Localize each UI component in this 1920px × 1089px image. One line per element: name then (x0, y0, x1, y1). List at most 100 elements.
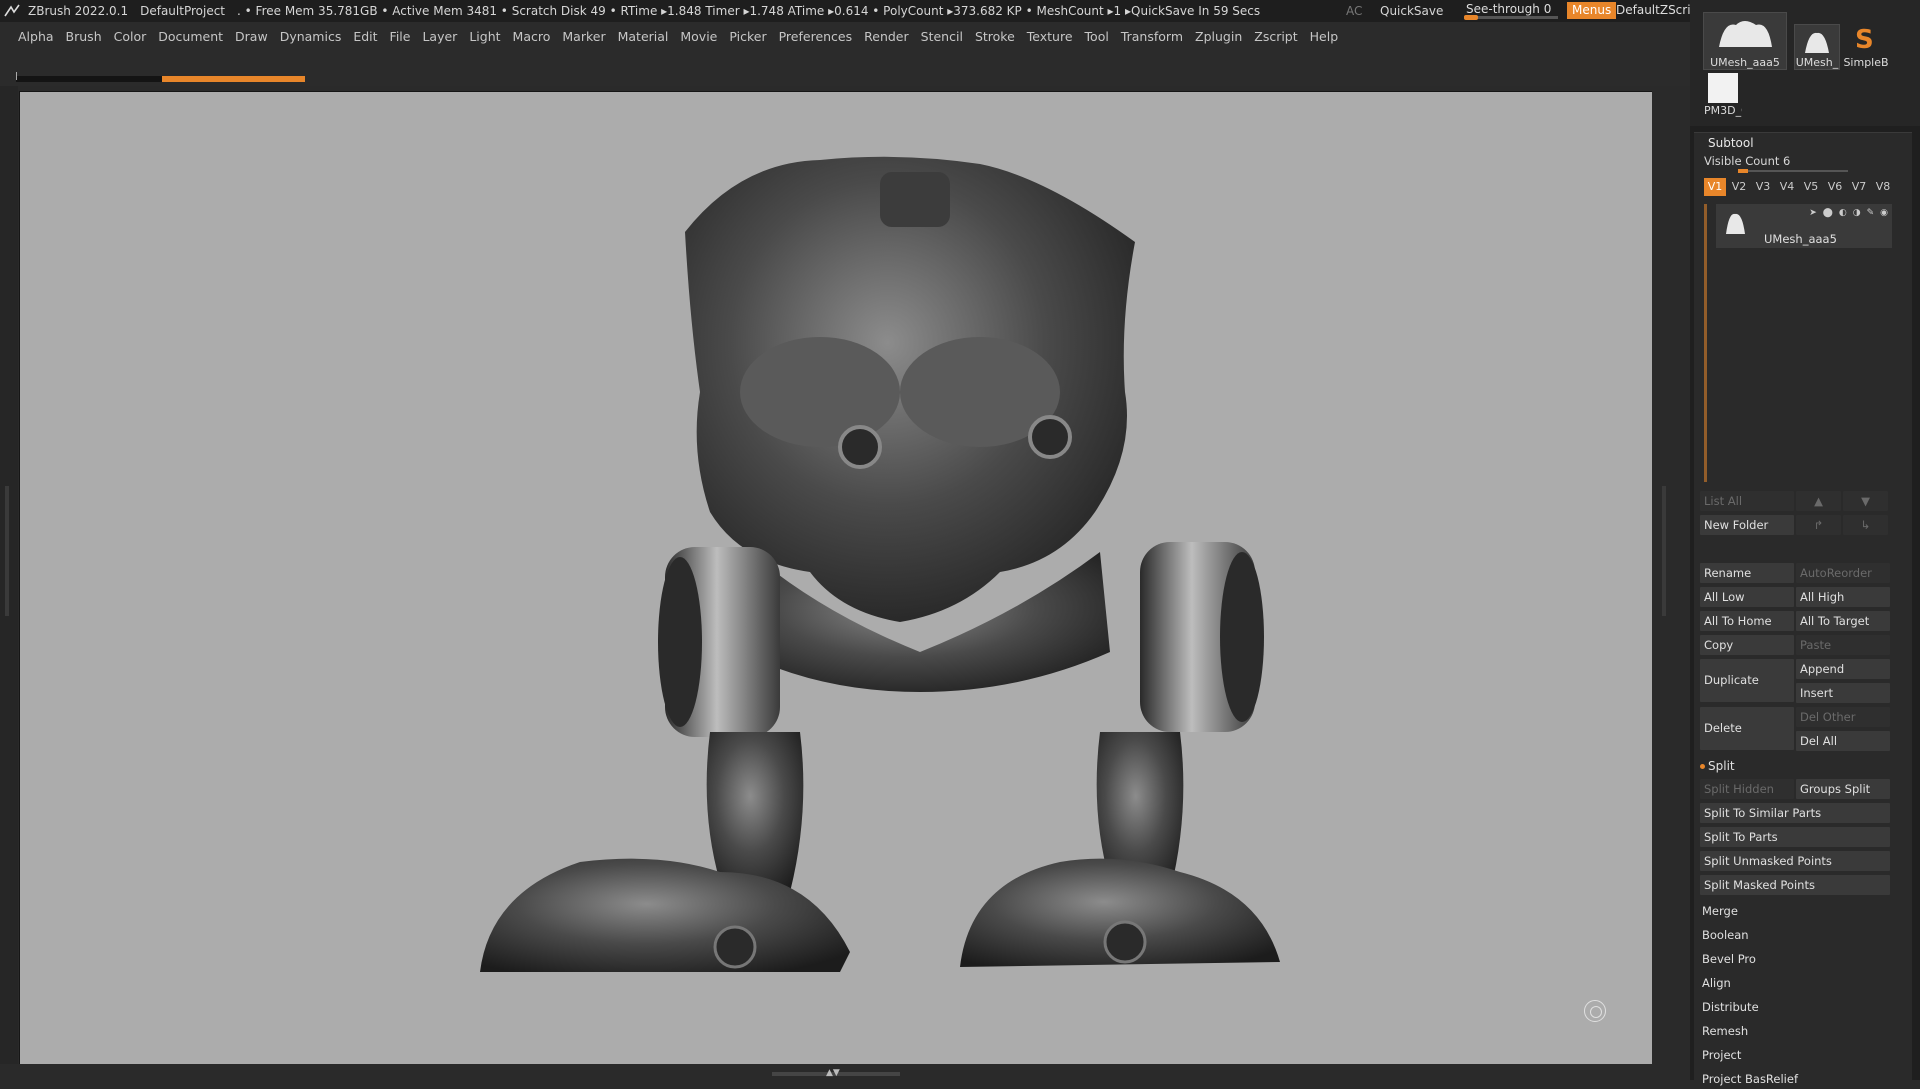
auto-reorder-button[interactable]: AutoReorder (1796, 563, 1890, 583)
tool-thumb-simplebrush[interactable]: S SimpleB (1842, 24, 1890, 70)
split-similar-parts-button[interactable]: Split To Similar Parts (1700, 803, 1890, 823)
duplicate-button[interactable]: Duplicate (1700, 659, 1794, 702)
menu-item-marker[interactable]: Marker (556, 29, 611, 44)
subtool-panel: Subtool Visible Count 6 V1 V2 V3 V4 V5 V6 V7 V8… (1694, 132, 1912, 1086)
split-unmasked-points-button[interactable]: Split Unmasked Points (1700, 851, 1890, 871)
append-button[interactable]: Append (1796, 659, 1890, 679)
menu-item-help[interactable]: Help (1304, 29, 1345, 44)
subtool-item-umesh-aaa5[interactable]: ➤ ⬤ ◐ ◑ ✎ ◉ UMesh_aaa5 (1716, 204, 1892, 248)
merge-section[interactable]: Merge (1698, 901, 1896, 921)
folder-out-button[interactable]: ↱ (1796, 515, 1841, 535)
subtool-poly-icon[interactable]: ◐ (1839, 208, 1847, 218)
bottom-tray-toggle-icon[interactable]: ▲▼ (826, 1068, 840, 1078)
subtool-eye-icon[interactable]: ◉ (1880, 208, 1888, 218)
menu-item-edit[interactable]: Edit (347, 29, 383, 44)
tool-thumb-umesh-aaa5[interactable]: UMesh_aaa5 (1703, 12, 1787, 70)
insert-button[interactable]: Insert (1796, 683, 1890, 703)
menu-item-stroke[interactable]: Stroke (969, 29, 1021, 44)
menu-item-document[interactable]: Document (152, 29, 229, 44)
menu-item-alpha[interactable]: Alpha (12, 29, 60, 44)
viewport-canvas[interactable] (19, 91, 1653, 1065)
boolean-section[interactable]: Boolean (1698, 925, 1896, 945)
subtool-version-tabs: V1 V2 V3 V4 V5 V6 V7 V8 (1704, 178, 1894, 196)
all-to-home-button[interactable]: All To Home (1700, 611, 1794, 631)
folder-in-button[interactable]: ↳ (1843, 515, 1888, 535)
delete-button[interactable]: Delete (1700, 707, 1794, 750)
version-tab-v2[interactable]: V2 (1728, 178, 1750, 196)
groups-split-button[interactable]: Groups Split (1796, 779, 1890, 799)
see-through-slider[interactable]: See-through 0 (1464, 0, 1558, 22)
move-up-button[interactable]: ▲ (1796, 491, 1841, 511)
project-section[interactable]: Project (1698, 1045, 1896, 1065)
right-gutter (1652, 86, 1690, 1064)
bevel-pro-section[interactable]: Bevel Pro (1698, 949, 1896, 969)
menu-item-tool[interactable]: Tool (1079, 29, 1115, 44)
split-hidden-button[interactable]: Split Hidden (1700, 779, 1794, 799)
tool-thumb-umesh[interactable]: UMesh_ (1794, 24, 1840, 70)
split-section-header[interactable]: Split (1700, 759, 1735, 773)
active-document-tab[interactable] (162, 76, 305, 82)
menu-item-draw[interactable]: Draw (229, 29, 274, 44)
menu-item-brush[interactable]: Brush (60, 29, 108, 44)
project-basrelief-section[interactable]: Project BasRelief (1698, 1069, 1896, 1089)
remesh-section[interactable]: Remesh (1698, 1021, 1896, 1041)
menu-item-layer[interactable]: Layer (416, 29, 463, 44)
menu-item-movie[interactable]: Movie (674, 29, 723, 44)
subtool-dynamesh-icon[interactable]: ⬤ (1823, 208, 1833, 218)
menu-item-transform[interactable]: Transform (1115, 29, 1189, 44)
menu-item-picker[interactable]: Picker (723, 29, 772, 44)
rename-button[interactable]: Rename (1700, 563, 1794, 583)
subtool-material-icon[interactable]: ◑ (1853, 208, 1861, 218)
version-tab-v7[interactable]: V7 (1848, 178, 1870, 196)
menu-item-macro[interactable]: Macro (507, 29, 557, 44)
copy-button[interactable]: Copy (1700, 635, 1794, 655)
version-tab-v3[interactable]: V3 (1752, 178, 1774, 196)
del-all-button[interactable]: Del All (1796, 731, 1890, 751)
visible-count-slider[interactable] (1738, 169, 1848, 173)
menu-item-stencil[interactable]: Stencil (915, 29, 969, 44)
project-name[interactable]: DefaultProject (134, 4, 231, 18)
see-through-knob[interactable] (1464, 15, 1478, 20)
menu-item-render[interactable]: Render (858, 29, 915, 44)
align-section[interactable]: Align (1698, 973, 1896, 993)
quicksave-button[interactable]: QuickSave (1374, 4, 1449, 18)
version-tab-v6[interactable]: V6 (1824, 178, 1846, 196)
subtool-brush-icon[interactable]: ✎ (1867, 208, 1875, 218)
menu-item-preferences[interactable]: Preferences (773, 29, 859, 44)
subtool-thumb-icon (1726, 213, 1745, 234)
list-all-button[interactable]: List All (1700, 491, 1794, 511)
version-tab-v5[interactable]: V5 (1800, 178, 1822, 196)
all-to-target-button[interactable]: All To Target (1796, 611, 1890, 631)
view-gizmo-icon[interactable] (1584, 1000, 1606, 1022)
new-folder-button[interactable]: New Folder (1700, 515, 1794, 535)
tool-thumb-pm3d[interactable]: PM3D_C (1703, 72, 1743, 118)
right-tray-grip[interactable] (1662, 486, 1666, 616)
menu-item-dynamics[interactable]: Dynamics (274, 29, 348, 44)
subtool-arrow-icon[interactable]: ➤ (1809, 208, 1817, 218)
del-other-button[interactable]: Del Other (1796, 707, 1890, 727)
menu-item-light[interactable]: Light (463, 29, 506, 44)
paste-button[interactable]: Paste (1796, 635, 1890, 655)
split-to-parts-button[interactable]: Split To Parts (1700, 827, 1890, 847)
version-tab-v4[interactable]: V4 (1776, 178, 1798, 196)
ac-label[interactable]: AC (1340, 4, 1368, 18)
version-tab-v1[interactable]: V1 (1704, 178, 1726, 196)
menus-toggle-button[interactable]: Menus (1567, 2, 1617, 19)
subtool-title[interactable]: Subtool (1708, 136, 1754, 150)
distribute-section[interactable]: Distribute (1698, 997, 1896, 1017)
subtool-list[interactable]: ➤ ⬤ ◐ ◑ ✎ ◉ UMesh_aaa5 (1704, 204, 1900, 484)
all-high-button[interactable]: All High (1796, 587, 1890, 607)
split-masked-points-button[interactable]: Split Masked Points (1700, 875, 1890, 895)
version-tab-v8[interactable]: V8 (1872, 178, 1894, 196)
menu-item-zscript[interactable]: Zscript (1248, 29, 1303, 44)
menu-item-zplugin[interactable]: Zplugin (1189, 29, 1248, 44)
subtool-list-scrollbar[interactable] (1704, 204, 1707, 482)
menu-item-color[interactable]: Color (108, 29, 153, 44)
move-down-button[interactable]: ▼ (1843, 491, 1888, 511)
menu-item-file[interactable]: File (384, 29, 417, 44)
menu-item-material[interactable]: Material (612, 29, 675, 44)
bottom-tray: ▲▼ (0, 1064, 1690, 1080)
all-low-button[interactable]: All Low (1700, 587, 1794, 607)
left-tray-grip[interactable] (5, 486, 9, 616)
menu-item-texture[interactable]: Texture (1021, 29, 1079, 44)
